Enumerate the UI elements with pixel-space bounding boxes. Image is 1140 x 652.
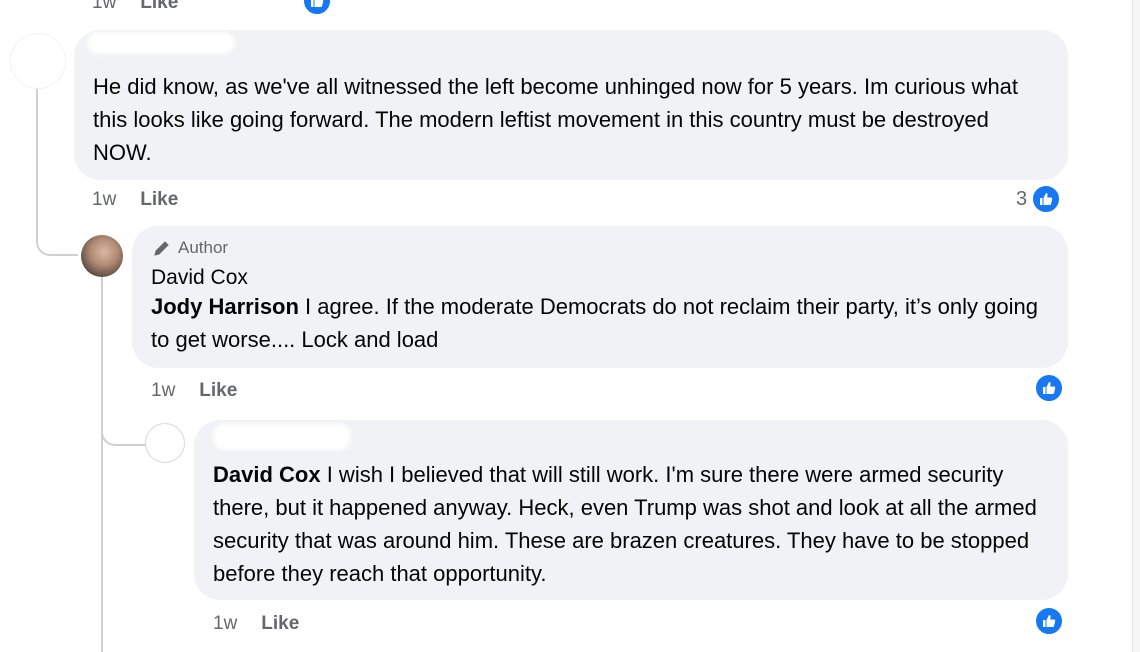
author-badge: Author: [152, 238, 228, 258]
avatar[interactable]: [81, 235, 123, 277]
comment-time[interactable]: 1w: [92, 189, 116, 211]
mention-link[interactable]: Jody Harrison: [151, 294, 299, 319]
comment-time[interactable]: 1w: [213, 613, 237, 635]
commenter-name[interactable]: David Cox: [151, 266, 248, 290]
like-button[interactable]: Like: [140, 189, 178, 211]
avatar[interactable]: [10, 33, 66, 89]
like-button[interactable]: Like: [261, 613, 299, 635]
comment-body: I wish I believed that will still work. …: [213, 462, 1037, 586]
comment-text: Jody Harrison I agree. If the moderate D…: [151, 290, 1051, 356]
pencil-icon: [154, 241, 169, 256]
reaction-like-icon[interactable]: [1034, 373, 1064, 403]
comment-time[interactable]: 1w: [151, 380, 175, 402]
thread-line-1: [36, 82, 38, 242]
like-button[interactable]: Like: [199, 380, 237, 402]
comment-actions: 1w Like: [92, 189, 178, 211]
commenter-name-redacted: [88, 32, 234, 54]
like-button[interactable]: Like: [140, 0, 178, 14]
comment-actions: 1w Like: [151, 380, 237, 402]
reaction-like-icon[interactable]: [1034, 606, 1064, 636]
comment-text: He did know, as we've all witnessed the …: [93, 74, 1019, 165]
comment-text: David Cox I wish I believed that will st…: [213, 458, 1055, 590]
thread-line-2: [101, 275, 103, 652]
thread-line-1-curve: [36, 226, 78, 256]
top-comment-actions: 1w Like: [92, 0, 178, 14]
mention-link[interactable]: David Cox: [213, 462, 321, 487]
scrollbar[interactable]: [1132, 0, 1140, 652]
author-label: Author: [178, 238, 229, 257]
avatar[interactable]: [145, 423, 185, 463]
comment-bubble: Author David Cox Jody Harrison I agree. …: [132, 226, 1068, 368]
comment-actions: 1w Like: [213, 613, 299, 635]
reaction-like-icon[interactable]: [1031, 184, 1061, 214]
reaction-like-icon[interactable]: [302, 0, 332, 16]
thread-line-2-curve: [101, 416, 147, 446]
comment-bubble: David Cox I wish I believed that will st…: [194, 420, 1068, 600]
reaction-count[interactable]: 3: [1016, 188, 1027, 211]
commenter-name-redacted: [214, 424, 350, 450]
comment-time[interactable]: 1w: [92, 0, 116, 14]
comment-bubble: He did know, as we've all witnessed the …: [74, 30, 1068, 180]
